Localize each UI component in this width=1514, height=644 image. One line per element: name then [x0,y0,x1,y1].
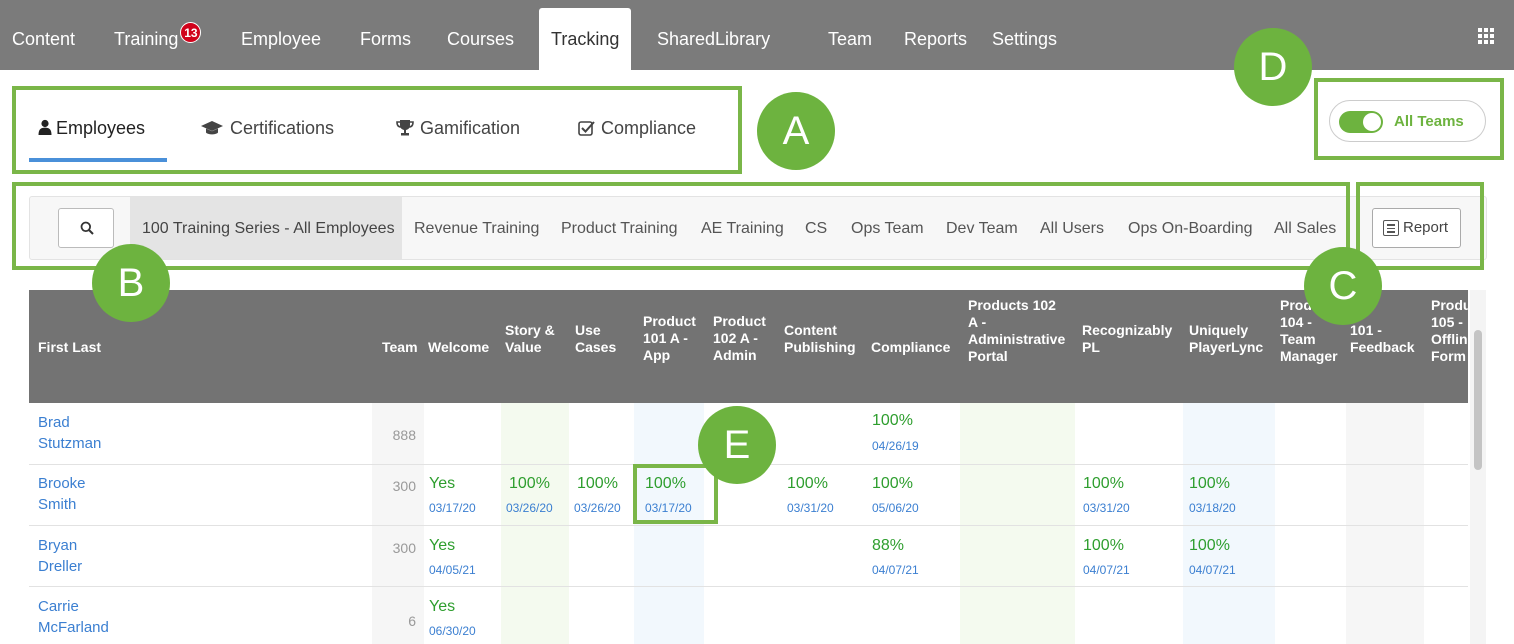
callout-label-b: B [92,244,170,322]
col-header-products-102-admin-portal[interactable]: Products 102 A - Administrative Portal [968,297,1065,365]
nav-item-employee[interactable]: Employee [241,8,321,70]
nav-item-courses[interactable]: Courses [447,8,514,70]
nav-item-settings[interactable]: Settings [992,8,1057,70]
welcome-value: Yes [429,598,456,615]
welcome-date: 03/17/20 [429,501,476,515]
employee-name-link[interactable]: Brooke Smith [38,473,86,515]
callout-label-e: E [698,406,776,484]
compliance-date: 04/07/21 [872,563,919,577]
content-date: 03/31/20 [787,501,834,515]
col-header-product-102a[interactable]: Product 102 A - Admin [713,313,766,364]
usecases-date: 03/26/20 [574,501,621,515]
welcome-value: Yes [429,537,456,554]
uniquely-value: 100% [1189,537,1230,554]
recognizably-value: 100% [1083,475,1124,492]
col-header-story-value[interactable]: Story & Value [505,322,555,356]
row-divider [29,525,1468,526]
notification-badge: 13 [180,22,202,43]
nav-item-sharedlibrary[interactable]: SharedLibrary [657,8,770,70]
employee-name-link[interactable]: Brad Stutzman [38,412,101,454]
callout-label-d: D [1234,28,1312,106]
employee-name-link[interactable]: Bryan Dreller [38,535,82,577]
recognizably-value: 100% [1083,537,1124,554]
compliance-value: 100% [872,412,913,429]
compliance-value: 100% [872,475,913,492]
col-header-use-cases[interactable]: Use Cases [575,322,616,356]
nav-item-label: Training [114,29,179,49]
nav-item-content[interactable]: Content [12,8,75,70]
welcome-date: 06/30/20 [429,624,476,638]
team-cell: 6 [408,613,416,629]
callout-box-d [1314,78,1504,160]
col-header-101-feedback[interactable]: 101 - Feedback [1350,322,1415,356]
col-header-product-105[interactable]: Produ 105 - Offlin Form [1431,297,1468,365]
uniquely-column-bg [1183,403,1275,644]
nav-item-team[interactable]: Team [828,8,872,70]
callout-box-e [633,464,718,524]
welcome-date: 04/05/21 [429,563,476,577]
products102-column-bg [960,403,1075,644]
uniquely-value: 100% [1189,475,1230,492]
table-scrollbar-thumb[interactable] [1474,330,1482,470]
col-header-name[interactable]: First Last [38,339,101,356]
team-cell: 888 [392,427,416,443]
story-column-bg [501,403,569,644]
feedback-column-bg [1346,403,1424,644]
callout-box-c [1356,182,1484,270]
welcome-value: Yes [429,475,456,492]
callout-box-b [12,182,1350,270]
team-cell: 300 [392,478,416,494]
content-value: 100% [787,475,828,492]
callout-label-a: A [757,92,835,170]
compliance-value: 88% [872,537,905,554]
col-header-recognizably-pl[interactable]: Recognizably PL [1082,322,1172,356]
col-header-team[interactable]: Team [382,339,418,356]
grid-icon[interactable] [1478,28,1494,44]
team-cell: 300 [392,540,416,556]
compliance-date: 04/26/19 [872,439,919,453]
recognizably-date: 03/31/20 [1083,501,1130,515]
story-value: 100% [509,475,550,492]
nav-item-forms[interactable]: Forms [360,8,411,70]
col-header-compliance[interactable]: Compliance [871,339,950,356]
callout-box-a [12,86,742,174]
usecases-value: 100% [577,475,618,492]
compliance-date: 05/06/20 [872,501,919,515]
employee-name-link[interactable]: Carrie McFarland [38,596,109,638]
col-header-uniquely-playerlync[interactable]: Uniquely PlayerLync [1189,322,1263,356]
nav-item-reports[interactable]: Reports [904,8,967,70]
col-header-product-101a[interactable]: Product 101 A - App [643,313,696,364]
col-header-content-publishing[interactable]: Content Publishing [784,322,856,356]
story-date: 03/26/20 [506,501,553,515]
nav-item-tracking[interactable]: Tracking [539,8,632,70]
col-header-welcome[interactable]: Welcome [428,339,489,356]
row-divider [29,586,1468,587]
uniquely-date: 04/07/21 [1189,563,1236,577]
uniquely-date: 03/18/20 [1189,501,1236,515]
callout-label-c: C [1304,247,1382,325]
recognizably-date: 04/07/21 [1083,563,1130,577]
nav-item-training[interactable]: Training 13 [114,8,202,70]
